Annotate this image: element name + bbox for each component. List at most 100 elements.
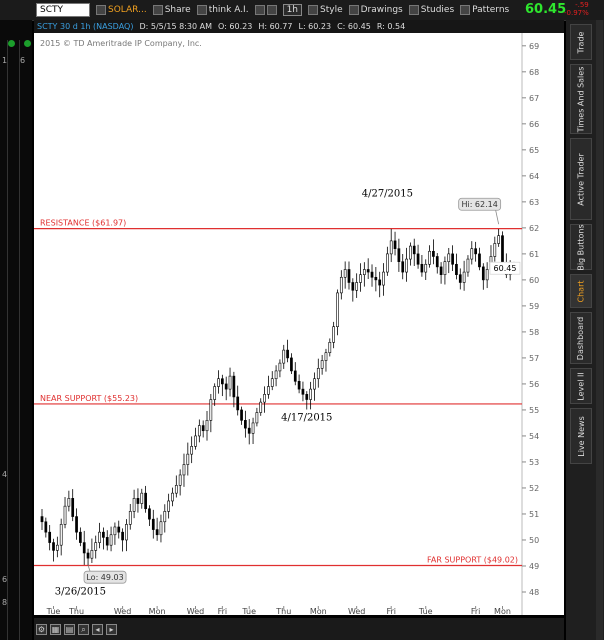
- candle-body: [117, 526, 121, 533]
- settings-icon[interactable]: ⚙: [36, 623, 47, 635]
- candle-body: [428, 250, 431, 265]
- tab-dashboard[interactable]: Dashboard: [570, 312, 592, 364]
- lo-bubble-pointer: [87, 565, 91, 572]
- tab-active-trader[interactable]: Active Trader: [570, 138, 592, 220]
- candle-body: [140, 492, 144, 504]
- candle-body: [278, 362, 282, 372]
- tab-times-and-sales[interactable]: Times And Sales: [570, 64, 592, 134]
- chart-range: R: 0.54: [376, 22, 406, 31]
- style-button[interactable]: Style: [308, 5, 343, 15]
- candle-body: [455, 263, 458, 275]
- candle-body: [148, 508, 151, 520]
- candle-body: [370, 271, 374, 278]
- x-tick-label: Wed: [187, 607, 204, 615]
- timeframe-button[interactable]: 1h: [282, 4, 303, 16]
- x-tick-label: Fri: [386, 607, 396, 615]
- price-chart[interactable]: 2015 © TD Ameritrade IP Company, Inc. 48 4…: [34, 33, 564, 615]
- candle-body: [240, 409, 243, 421]
- candle-body: [244, 420, 247, 429]
- candle-body: [316, 368, 320, 380]
- copyright-text: 2015 © TD Ameritrade IP Company, Inc.: [40, 39, 202, 48]
- tab-trade[interactable]: Trade: [570, 24, 592, 60]
- candle-body: [267, 386, 270, 395]
- candle-body: [412, 245, 416, 255]
- y-tick-label: 66: [529, 120, 539, 129]
- candle-body: [59, 524, 63, 546]
- tab-big-buttons[interactable]: Big Buttons: [570, 224, 592, 270]
- candle-body: [332, 326, 335, 343]
- candle-body: [251, 422, 255, 434]
- chart-symbol-desc[interactable]: SCTY 30 d 1h (NASDAQ): [37, 22, 133, 31]
- zoom-icon[interactable]: ▸: [106, 623, 117, 635]
- candle-body: [439, 266, 443, 275]
- last-price: 60.45: [525, 2, 567, 17]
- grid-icon[interactable]: ▦: [50, 623, 61, 635]
- price-change-pct: -0.97%: [564, 9, 589, 17]
- left-number: 1: [2, 56, 8, 65]
- candle-body: [167, 500, 170, 512]
- tab-live-news[interactable]: Live News: [570, 408, 592, 464]
- candle-body: [466, 258, 470, 273]
- y-tick-label: 58: [529, 328, 539, 337]
- link-dot-icon[interactable]: [8, 40, 15, 47]
- chart-svg: 2015 © TD Ameritrade IP Company, Inc. 48 4…: [34, 33, 539, 615]
- symbol-input[interactable]: SCTY: [36, 3, 90, 17]
- share-icon: [152, 5, 163, 15]
- candle-body: [155, 529, 159, 536]
- candle-body: [132, 498, 136, 512]
- grid-icon: [266, 5, 277, 15]
- candle-body: [263, 394, 266, 403]
- candle-body: [343, 269, 347, 278]
- y-tick-label: 55: [529, 406, 539, 415]
- x-tick-label: Thu: [68, 607, 84, 615]
- vertical-scrollbar[interactable]: [596, 20, 603, 640]
- candle-body: [159, 521, 163, 536]
- candle-body: [485, 269, 489, 281]
- x-tick-label: Wed: [348, 607, 365, 615]
- tools-button[interactable]: [254, 5, 277, 15]
- candle-body: [102, 531, 105, 538]
- y-tick-label: 53: [529, 458, 539, 467]
- x-tick-label: Fri: [471, 607, 481, 615]
- tab-label: Dashboard: [576, 316, 586, 360]
- share-button[interactable]: Share: [152, 5, 191, 15]
- candle-body: [274, 370, 278, 380]
- x-tick-label: Wed: [114, 607, 131, 615]
- y-tick-label: 65: [529, 146, 539, 155]
- tab-label: Active Trader: [576, 152, 586, 206]
- studies-button[interactable]: Studies: [408, 5, 454, 15]
- pan-icon[interactable]: ◂: [92, 623, 103, 635]
- candle-body: [424, 263, 428, 273]
- patterns-button[interactable]: Patterns: [460, 5, 509, 15]
- link-dot-icon[interactable]: [24, 40, 31, 47]
- tab-level-ii[interactable]: Level II: [570, 368, 592, 404]
- y-tick-label: 57: [529, 354, 539, 363]
- y-tick-label: 64: [529, 172, 539, 181]
- candle-body: [313, 378, 316, 390]
- candle-body: [144, 492, 147, 510]
- candle-body: [255, 412, 259, 424]
- symbol-text: SCTY: [40, 5, 63, 15]
- brain-icon: [196, 5, 207, 15]
- candle-body: [86, 552, 90, 559]
- tab-chart[interactable]: Chart: [570, 274, 592, 308]
- drawings-button[interactable]: Drawings: [348, 5, 403, 15]
- candle-body: [324, 352, 328, 361]
- x-tick-label: Thu: [275, 607, 291, 615]
- candle-body: [501, 235, 504, 265]
- layout-icon[interactable]: ▤: [64, 623, 75, 635]
- chart-bottom-bar: ⚙ ▦ ▤ ⌕ ◂ ▸: [34, 618, 564, 640]
- search-icon[interactable]: ⌕: [78, 623, 89, 635]
- y-tick-label: 48: [529, 588, 539, 597]
- level-label: RESISTANCE ($61.97): [40, 219, 126, 228]
- candle-body: [282, 349, 286, 364]
- candle-body: [397, 248, 401, 262]
- candle-body: [286, 349, 289, 359]
- candle-body: [339, 276, 343, 294]
- think-ai-button[interactable]: think A.I.: [196, 5, 249, 15]
- candle-body: [447, 253, 451, 262]
- chart-close: C: 60.45: [337, 22, 371, 31]
- company-name: SOLAR...: [96, 5, 147, 15]
- patterns-icon: [460, 5, 471, 15]
- y-tick-label: 50: [529, 536, 539, 545]
